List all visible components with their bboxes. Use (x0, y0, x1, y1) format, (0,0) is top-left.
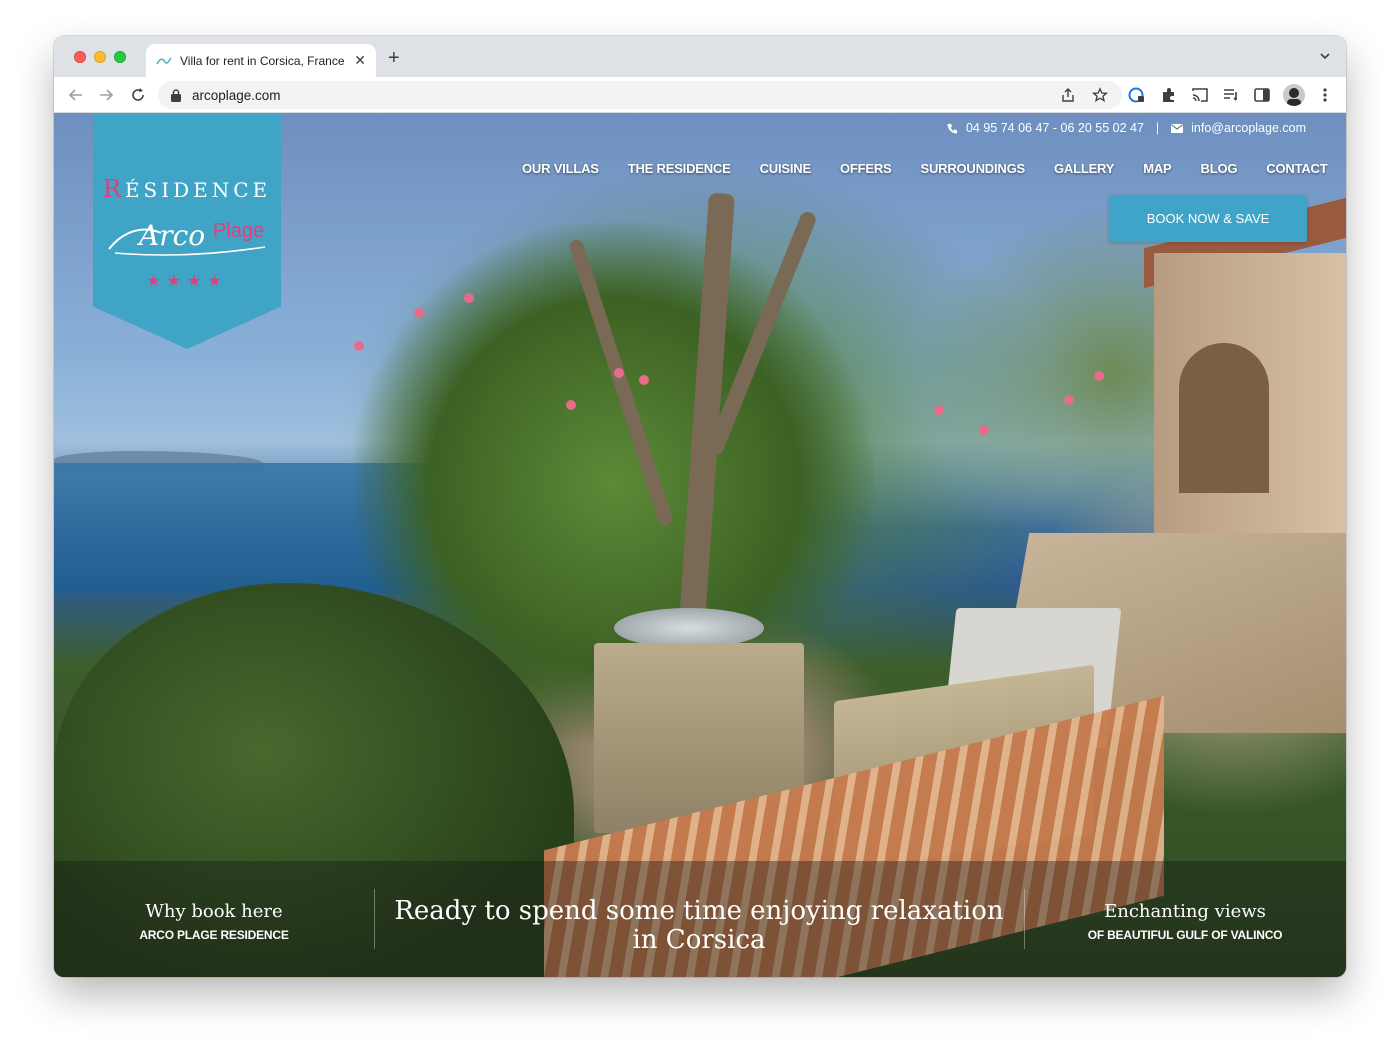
tab-title: Villa for rent in Corsica, France (180, 53, 345, 68)
logo-arco-plage-wordmark: Arco Plage (108, 219, 266, 256)
lock-icon (171, 89, 181, 102)
maximize-window-button[interactable] (114, 51, 126, 63)
phone-icon (947, 123, 958, 134)
email-link[interactable]: info@arcoplage.com (1191, 121, 1306, 135)
bottom-divider-right (1024, 889, 1025, 949)
nav-item-blog[interactable]: BLOG (1201, 161, 1238, 176)
profile-avatar[interactable] (1283, 84, 1305, 106)
book-now-button[interactable]: BOOK NOW & SAVE (1109, 195, 1307, 242)
why-book-title: Why book here (145, 901, 283, 922)
new-tab-button[interactable]: + (388, 48, 400, 68)
browser-toolbar: arcoplage.com (54, 77, 1346, 113)
browser-window: Villa for rent in Corsica, France ✕ + ar… (54, 36, 1346, 977)
close-window-button[interactable] (74, 51, 86, 63)
tab-strip: Villa for rent in Corsica, France ✕ + (54, 36, 1346, 77)
contact-bar: 04 95 74 06 47 - 06 20 55 02 47 | info@a… (947, 121, 1306, 135)
logo-plage: Plage (213, 220, 264, 242)
enchanting-views-block[interactable]: Enchanting views OF BEAUTIFUL GULF OF VA… (1080, 901, 1290, 942)
main-navigation: OUR VILLAS THE RESIDENCE CUISINE OFFERS … (522, 160, 1346, 176)
site-favicon-icon (156, 53, 172, 69)
tab-search-chevron-icon[interactable] (1318, 49, 1332, 63)
reading-list-icon[interactable] (1222, 86, 1240, 104)
nav-item-gallery[interactable]: GALLERY (1054, 161, 1114, 176)
bottom-feature-strip: Why book here ARCO PLAGE RESIDENCE Ready… (54, 861, 1346, 977)
address-bar[interactable]: arcoplage.com (158, 81, 1122, 109)
nav-item-contact[interactable]: CONTACT (1266, 161, 1327, 176)
web-page: 04 95 74 06 47 - 06 20 55 02 47 | info@a… (54, 113, 1346, 977)
nav-item-our-villas[interactable]: OUR VILLAS (522, 161, 599, 176)
contact-separator: | (1155, 121, 1160, 135)
why-book-here-block[interactable]: Why book here ARCO PLAGE RESIDENCE (114, 901, 314, 942)
logo-residence-text: RÉSIDENCE (102, 175, 272, 203)
hero-headline: Ready to spend some time enjoying relaxa… (394, 896, 1004, 955)
minimize-window-button[interactable] (94, 51, 106, 63)
back-icon[interactable] (66, 85, 86, 105)
enchanting-views-subtitle: OF BEAUTIFUL GULF OF VALINCO (1087, 928, 1283, 942)
star-icon[interactable] (1092, 87, 1108, 103)
why-book-subtitle: ARCO PLAGE RESIDENCE (139, 928, 289, 942)
tab-close-icon[interactable]: ✕ (354, 52, 366, 69)
nav-item-cuisine[interactable]: CUISINE (760, 161, 812, 176)
nav-item-map[interactable]: MAP (1143, 161, 1171, 176)
nav-item-offers[interactable]: OFFERS (840, 161, 892, 176)
browser-tab[interactable]: Villa for rent in Corsica, France ✕ (146, 44, 376, 77)
cast-icon[interactable] (1191, 86, 1209, 104)
nav-item-the-residence[interactable]: THE RESIDENCE (628, 161, 731, 176)
url-text: arcoplage.com (192, 88, 281, 103)
side-panel-icon[interactable] (1253, 86, 1271, 104)
phone-numbers[interactable]: 04 95 74 06 47 - 06 20 55 02 47 (966, 121, 1144, 135)
bottom-divider-left (374, 889, 375, 949)
residence-logo[interactable]: RÉSIDENCE Arco Plage ★★★★ (93, 113, 281, 349)
mail-icon (1171, 123, 1184, 133)
puzzle-icon[interactable] (1160, 86, 1178, 104)
extension-icon[interactable] (1128, 86, 1146, 104)
forward-icon[interactable] (96, 85, 116, 105)
menu-icon[interactable] (1316, 86, 1334, 104)
reload-icon[interactable] (128, 85, 148, 105)
logo-arco: Arco (136, 219, 205, 252)
share-icon[interactable] (1060, 87, 1076, 103)
logo-stars-rating: ★★★★ (146, 273, 228, 290)
nav-item-surroundings[interactable]: SURROUNDINGS (920, 161, 1025, 176)
enchanting-views-title: Enchanting views (1104, 901, 1266, 922)
